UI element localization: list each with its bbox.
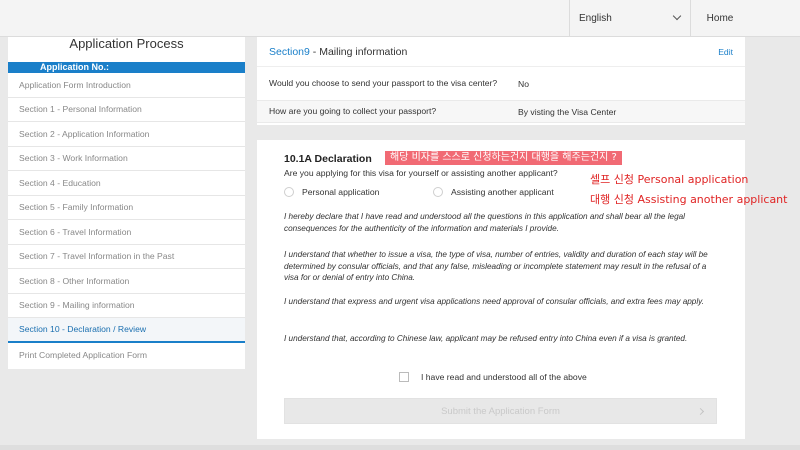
radio-button[interactable] [284, 187, 294, 197]
print-application-link[interactable]: Print Completed Application Form [8, 343, 245, 368]
submit-button[interactable]: Submit the Application Form [284, 398, 717, 424]
annotation-highlight: 해당 비자를 스스로 신청하는건지 대행을 해주는건지 ? [385, 151, 622, 165]
top-bar: English Home [0, 0, 800, 37]
radio-personal-application[interactable]: Personal application [284, 187, 379, 197]
footer-divider [0, 445, 800, 450]
summary-answer: By visting the Visa Center [518, 106, 617, 117]
home-link[interactable]: Home [691, 0, 749, 37]
annotation-note: 대행 신청 Assisting another applicant [590, 193, 788, 206]
checkbox-label: I have read and understood all of the ab… [421, 372, 587, 382]
sidebar-item-section-6[interactable]: Section 6 - Travel Information [8, 220, 245, 245]
summary-answer: No [518, 78, 529, 89]
radio-label: Assisting another applicant [451, 187, 554, 197]
acknowledge-checkbox[interactable] [399, 372, 409, 382]
sidebar-item-section-8[interactable]: Section 8 - Other Information [8, 269, 245, 294]
summary-question: How are you going to collect your passpo… [269, 106, 437, 116]
submit-label: Submit the Application Form [441, 405, 560, 417]
section-number: Section9 [269, 45, 310, 58]
sidebar-item-section-1[interactable]: Section 1 - Personal Information [8, 98, 245, 122]
chevron-right-icon [696, 407, 705, 416]
sidebar-item-section-3[interactable]: Section 3 - Work Information [8, 147, 245, 171]
declaration-paragraph: I understand that express and urgent vis… [284, 297, 704, 306]
application-number-bar: Application No.: [8, 62, 245, 73]
declaration-paragraph: I hereby declare that I have read and un… [284, 212, 685, 233]
section-name: - Mailing information [309, 45, 408, 58]
edit-link[interactable]: Edit [718, 47, 733, 57]
summary-row: How are you going to collect your passpo… [257, 101, 745, 123]
section-title: Section9 - Mailing information [269, 46, 407, 58]
annotation-note: 셀프 신청 Personal application [590, 173, 749, 186]
chevron-down-icon [672, 11, 682, 21]
radio-button[interactable] [433, 187, 443, 197]
declaration-paragraph: I understand that, according to Chinese … [284, 334, 688, 343]
summary-question: Would you choose to send your passport t… [269, 78, 498, 88]
sidebar-title: Application Process [69, 36, 184, 51]
mailing-information-card: Section9 - Mailing information Edit Woul… [257, 37, 745, 125]
summary-row: Would you choose to send your passport t… [257, 67, 745, 101]
sidebar-item-section-9[interactable]: Section 9 - Mailing information [8, 294, 245, 318]
radio-assisting-applicant[interactable]: Assisting another applicant [433, 187, 554, 197]
sidebar-item-section-2[interactable]: Section 2 - Application Information [8, 122, 245, 147]
acknowledge-checkbox-row[interactable]: I have read and understood all of the ab… [399, 372, 587, 382]
sidebar: Application Process Application No.: App… [8, 37, 245, 369]
sidebar-item-section-4[interactable]: Section 4 - Education [8, 171, 245, 196]
language-label: English [579, 13, 612, 24]
section-header: Section9 - Mailing information Edit [257, 37, 745, 67]
sidebar-item-section-10[interactable]: Section 10 - Declaration / Review [8, 318, 245, 343]
sidebar-item-section-7[interactable]: Section 7 - Travel Information in the Pa… [8, 245, 245, 269]
declaration-heading: 10.1A Declaration [284, 153, 372, 165]
sidebar-item-section-5[interactable]: Section 5 - Family Information [8, 196, 245, 220]
language-select[interactable]: English [569, 0, 691, 37]
radio-label: Personal application [302, 187, 380, 197]
applicant-type-question: Are you applying for this visa for yours… [284, 168, 558, 178]
sidebar-item-introduction[interactable]: Application Form Introduction [8, 73, 245, 98]
declaration-paragraph: I understand that whether to issue a vis… [284, 250, 708, 282]
